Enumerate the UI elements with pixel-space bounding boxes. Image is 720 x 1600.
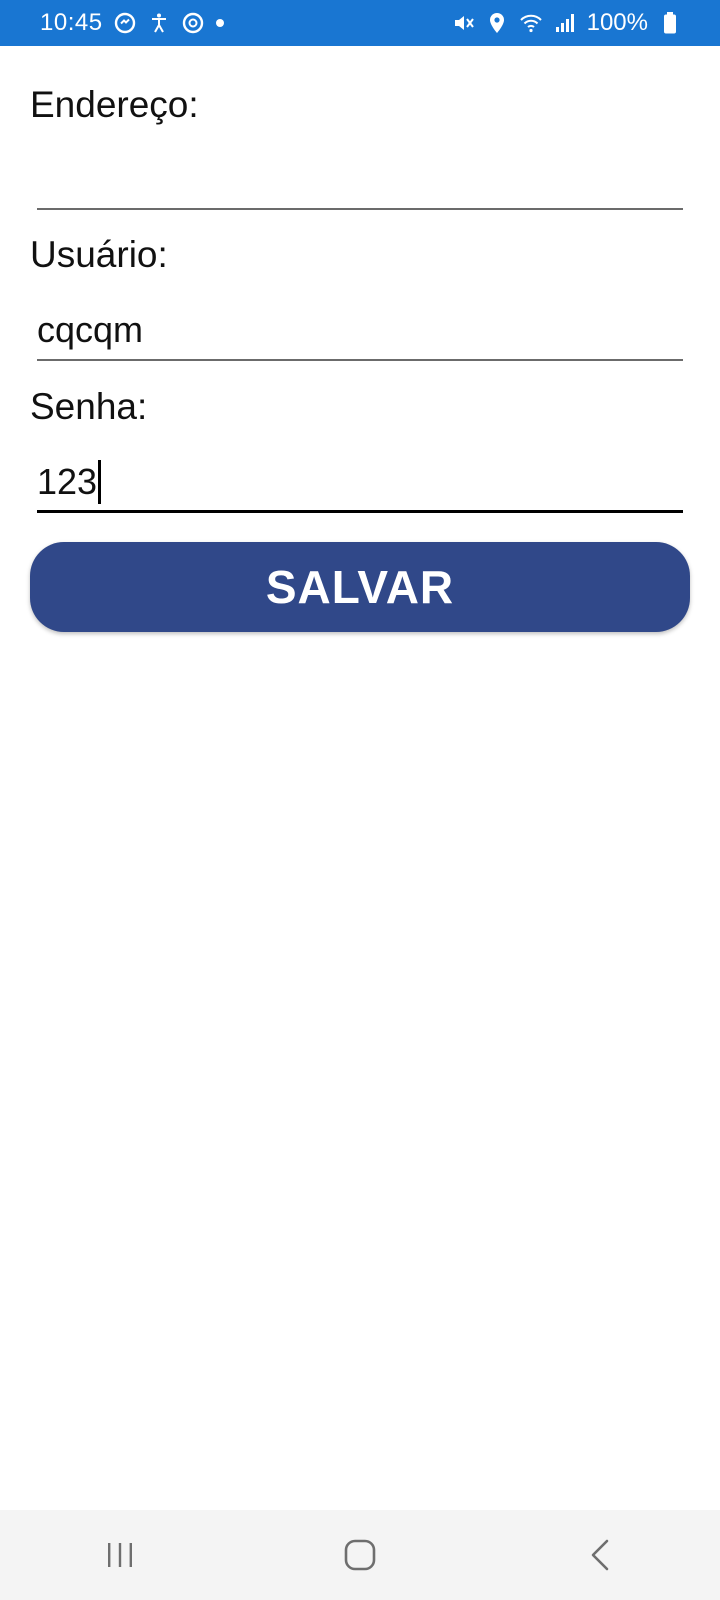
notification-dot-icon xyxy=(215,11,225,35)
messenger-icon xyxy=(113,11,137,35)
status-bar: 10:45 100% xyxy=(0,0,720,46)
usuario-value: cqcqm xyxy=(37,309,144,350)
status-bar-right: 100% xyxy=(451,9,682,37)
endereco-input[interactable] xyxy=(37,146,683,206)
status-bar-left: 10:45 xyxy=(40,9,225,37)
mute-icon xyxy=(451,11,475,35)
text-cursor xyxy=(98,460,102,504)
back-button[interactable] xyxy=(560,1520,640,1590)
app-screen: 10:45 100% Endereço: Usuário: cqcqm Senh… xyxy=(0,0,720,1600)
location-icon xyxy=(485,11,509,35)
usuario-input[interactable]: cqcqm xyxy=(37,300,683,360)
senha-value: 123 xyxy=(37,461,98,502)
navigation-bar xyxy=(0,1510,720,1600)
recent-apps-button[interactable] xyxy=(80,1520,160,1590)
home-icon xyxy=(344,1539,376,1571)
senha-label: Senha: xyxy=(30,386,148,427)
senha-underline xyxy=(37,510,683,513)
usuario-underline xyxy=(37,359,683,361)
battery-icon xyxy=(658,11,682,35)
battery-percentage: 100% xyxy=(586,9,648,36)
endereco-underline xyxy=(37,208,683,210)
senha-input[interactable]: 123 xyxy=(37,452,683,512)
signal-icon xyxy=(553,11,577,35)
endereco-label: Endereço: xyxy=(30,84,199,125)
home-button[interactable] xyxy=(320,1520,400,1590)
recent-apps-icon xyxy=(108,1543,132,1567)
usuario-label: Usuário: xyxy=(30,234,168,275)
sync-icon xyxy=(181,11,205,35)
wifi-icon xyxy=(519,11,543,35)
accessibility-icon xyxy=(147,11,171,35)
back-icon xyxy=(591,1539,609,1571)
save-button[interactable]: SALVAR xyxy=(30,542,690,632)
status-time: 10:45 xyxy=(40,9,103,36)
